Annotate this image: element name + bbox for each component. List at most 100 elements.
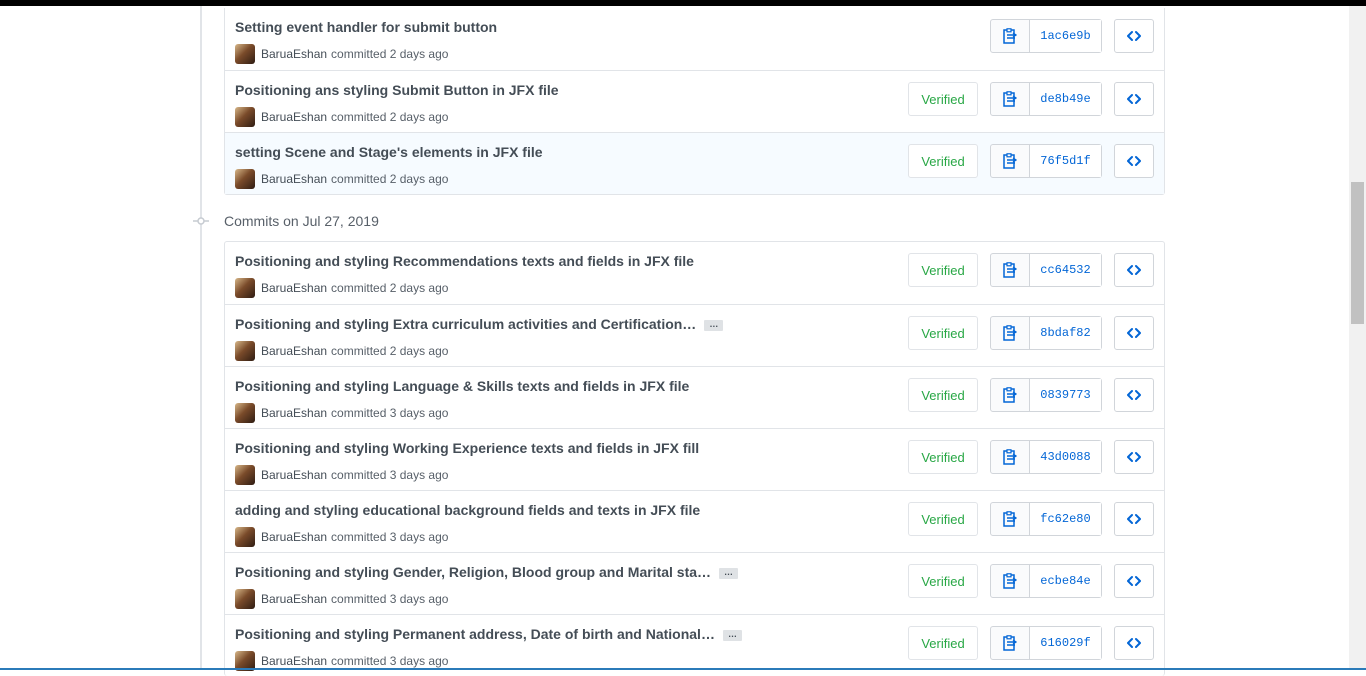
copy-sha-button[interactable] — [991, 20, 1030, 52]
commit-title-link[interactable]: Positioning and styling Language & Skill… — [235, 378, 689, 394]
author-link[interactable]: BaruaEshan — [261, 172, 327, 186]
commit-sha-link[interactable]: 8bdaf82 — [1030, 317, 1101, 349]
author-avatar[interactable] — [235, 465, 255, 485]
clipboard-icon — [1003, 153, 1017, 169]
commit-title-link[interactable]: adding and styling educational backgroun… — [235, 502, 700, 518]
author-avatar[interactable] — [235, 278, 255, 298]
browse-repo-button[interactable] — [1114, 316, 1154, 350]
verified-badge[interactable]: Verified — [908, 440, 978, 474]
author-avatar[interactable] — [235, 403, 255, 423]
expand-message-button[interactable]: … — [719, 567, 739, 579]
commit-sha-link[interactable]: 0839773 — [1030, 379, 1101, 411]
copy-sha-button[interactable] — [991, 379, 1030, 411]
commit-row: Setting event handler for submit button … — [225, 8, 1164, 70]
commit-title-link[interactable]: setting Scene and Stage's elements in JF… — [235, 144, 543, 160]
author-avatar[interactable] — [235, 589, 255, 609]
commit-title-link[interactable]: Positioning and styling Gender, Religion… — [235, 564, 739, 580]
commit-sha-link[interactable]: 76f5d1f — [1030, 145, 1101, 177]
copy-sha-button[interactable] — [991, 145, 1030, 177]
verified-badge[interactable]: Verified — [908, 82, 978, 116]
browse-repo-button[interactable] — [1114, 378, 1154, 412]
author-link[interactable]: BaruaEshan — [261, 344, 327, 358]
commit-title-text[interactable]: Positioning and styling Permanent addres… — [235, 626, 715, 642]
author-link[interactable]: BaruaEshan — [261, 654, 327, 668]
verified-badge[interactable]: Verified — [908, 564, 978, 598]
commit-title-text[interactable]: Positioning and styling Working Experien… — [235, 440, 699, 456]
browse-repo-button[interactable] — [1114, 82, 1154, 116]
verified-badge[interactable]: Verified — [908, 144, 978, 178]
commit-timeline-line — [200, 6, 202, 668]
expand-message-button[interactable]: … — [722, 629, 742, 641]
author-avatar[interactable] — [235, 341, 255, 361]
commit-sha-link[interactable]: de8b49e — [1030, 83, 1101, 115]
commit-meta: BaruaEshan committed 3 days ago — [235, 403, 448, 423]
author-link[interactable]: BaruaEshan — [261, 281, 327, 295]
commit-title-link[interactable]: Positioning and styling Recommendations … — [235, 253, 694, 269]
commit-title-link[interactable]: Positioning and styling Extra curriculum… — [235, 316, 724, 332]
commit-sha-link[interactable]: 616029f — [1030, 627, 1101, 659]
commit-title-text[interactable]: setting Scene and Stage's elements in JF… — [235, 144, 543, 160]
commit-title-text[interactable]: Positioning and styling Recommendations … — [235, 253, 694, 269]
commit-title-text[interactable]: Setting event handler for submit button — [235, 19, 497, 35]
author-link[interactable]: BaruaEshan — [261, 406, 327, 420]
browse-repo-button[interactable] — [1114, 502, 1154, 536]
copy-sha-button[interactable] — [991, 83, 1030, 115]
copy-sha-button[interactable] — [991, 317, 1030, 349]
commit-sha-link[interactable]: cc64532 — [1030, 254, 1101, 286]
browse-repo-button[interactable] — [1114, 19, 1154, 53]
commit-time: committed 2 days ago — [331, 110, 449, 124]
browse-repo-button[interactable] — [1114, 253, 1154, 287]
browse-repo-button[interactable] — [1114, 440, 1154, 474]
commit-meta: BaruaEshan committed 2 days ago — [235, 107, 448, 127]
commit-sha-group: 76f5d1f — [990, 144, 1102, 178]
clipboard-icon — [1003, 325, 1017, 341]
commit-sha-link[interactable]: 1ac6e9b — [1030, 20, 1101, 52]
commit-sha-group: 1ac6e9b — [990, 19, 1102, 53]
author-avatar[interactable] — [235, 169, 255, 189]
copy-sha-button[interactable] — [991, 565, 1030, 597]
copy-sha-button[interactable] — [991, 441, 1030, 473]
scrollbar-thumb[interactable] — [1351, 182, 1364, 324]
commit-time: committed 3 days ago — [331, 592, 449, 606]
commit-title-text[interactable]: Positioning ans styling Submit Button in… — [235, 82, 559, 98]
copy-sha-button[interactable] — [991, 627, 1030, 659]
author-link[interactable]: BaruaEshan — [261, 47, 327, 61]
commit-time: committed 2 days ago — [331, 281, 449, 295]
commit-sha-link[interactable]: 43d0088 — [1030, 441, 1101, 473]
commit-title-link[interactable]: Setting event handler for submit button — [235, 19, 497, 35]
verified-badge[interactable]: Verified — [908, 626, 978, 660]
commit-title-text[interactable]: Positioning and styling Gender, Religion… — [235, 564, 711, 580]
commit-sha-group: cc64532 — [990, 253, 1102, 287]
commit-time: committed 3 days ago — [331, 468, 449, 482]
commit-title-link[interactable]: Positioning ans styling Submit Button in… — [235, 82, 559, 98]
verified-badge[interactable]: Verified — [908, 253, 978, 287]
commit-row: setting Scene and Stage's elements in JF… — [225, 132, 1164, 194]
page-scrollbar[interactable] — [1349, 6, 1366, 668]
clipboard-icon — [1003, 387, 1017, 403]
verified-badge[interactable]: Verified — [908, 316, 978, 350]
browse-repo-button[interactable] — [1114, 626, 1154, 660]
copy-sha-button[interactable] — [991, 503, 1030, 535]
commit-title-text[interactable]: Positioning and styling Extra curriculum… — [235, 316, 696, 332]
commit-sha-link[interactable]: fc62e80 — [1030, 503, 1101, 535]
author-link[interactable]: BaruaEshan — [261, 592, 327, 606]
verified-badge[interactable]: Verified — [908, 502, 978, 536]
author-link[interactable]: BaruaEshan — [261, 110, 327, 124]
author-avatar[interactable] — [235, 527, 255, 547]
author-avatar[interactable] — [235, 44, 255, 64]
commit-sha-link[interactable]: ecbe84e — [1030, 565, 1101, 597]
clipboard-icon — [1003, 511, 1017, 527]
commit-title-link[interactable]: Positioning and styling Permanent addres… — [235, 626, 742, 642]
expand-message-button[interactable]: … — [704, 319, 724, 331]
commit-title-text[interactable]: adding and styling educational backgroun… — [235, 502, 700, 518]
author-avatar[interactable] — [235, 107, 255, 127]
copy-sha-button[interactable] — [991, 254, 1030, 286]
commit-title-text[interactable]: Positioning and styling Language & Skill… — [235, 378, 689, 394]
author-link[interactable]: BaruaEshan — [261, 468, 327, 482]
browse-repo-button[interactable] — [1114, 144, 1154, 178]
author-link[interactable]: BaruaEshan — [261, 530, 327, 544]
commit-title-link[interactable]: Positioning and styling Working Experien… — [235, 440, 699, 456]
window-top-bar — [0, 0, 1366, 6]
verified-badge[interactable]: Verified — [908, 378, 978, 412]
browse-repo-button[interactable] — [1114, 564, 1154, 598]
